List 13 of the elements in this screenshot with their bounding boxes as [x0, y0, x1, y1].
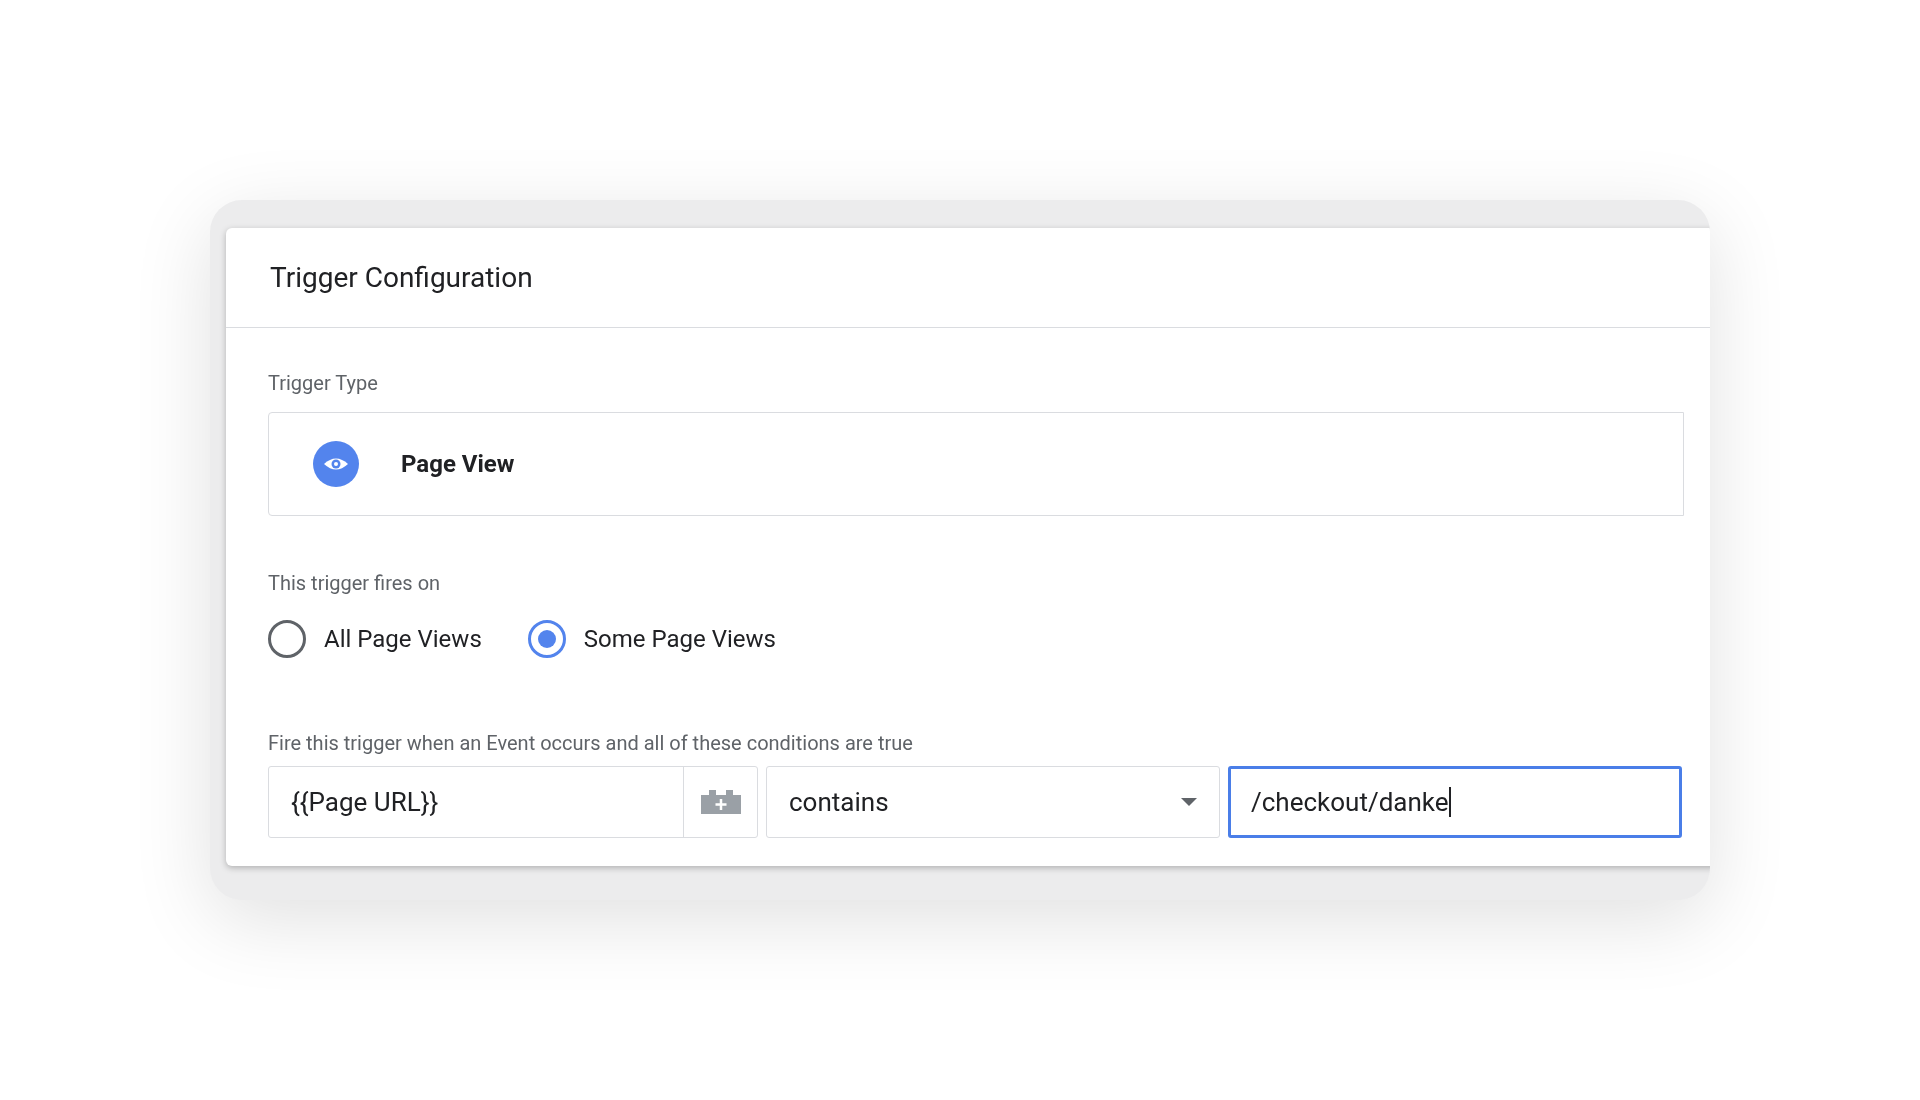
radio-option[interactable]: All Page Views — [268, 620, 482, 658]
radio-button[interactable] — [268, 620, 306, 658]
radio-option[interactable]: Some Page Views — [527, 620, 776, 658]
value-input[interactable]: /checkout/danke — [1228, 766, 1682, 838]
conditions-label: Fire this trigger when an Event occurs and all of these conditions are true — [268, 731, 913, 755]
operator-dropdown[interactable]: contains — [766, 766, 1220, 838]
eye-icon — [313, 441, 359, 487]
section-label: This trigger fires on — [268, 571, 441, 595]
card-title: Trigger Configuration — [270, 259, 533, 296]
radio-button[interactable] — [527, 620, 566, 658]
dropdown-caret-icon — [1181, 798, 1197, 806]
trigger-type-selector[interactable]: Page View — [268, 412, 1684, 516]
section-label: Trigger Type — [268, 371, 378, 395]
